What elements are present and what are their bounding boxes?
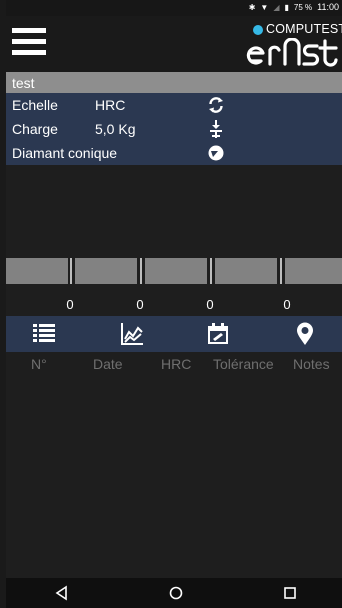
param-label: Echelle — [12, 97, 58, 113]
location-pin-icon[interactable] — [292, 321, 318, 347]
param-label: Charge — [12, 121, 58, 137]
system-nav-bar — [6, 578, 342, 608]
param-row-load[interactable]: Charge 5,0 Kg — [6, 117, 342, 141]
chart-icon[interactable] — [119, 321, 145, 347]
reading-bar — [285, 258, 342, 284]
reading-bar — [215, 258, 277, 284]
menu-icon[interactable] — [12, 28, 46, 56]
wifi-icon: ▼ — [260, 2, 269, 12]
results-column-headers: N° Date HRC Tolérance Notes — [6, 356, 342, 374]
column-tolerance[interactable]: Tolérance — [213, 356, 274, 372]
reading-value: 0 — [66, 297, 74, 312]
sample-title-bar[interactable]: test — [6, 72, 342, 93]
app-screen: ✱ ▼ ◢ ▮ 75 % 11:00 COMPUTEST test Echell… — [6, 0, 342, 608]
status-bar: ✱ ▼ ◢ ▮ 75 % 11:00 — [6, 0, 342, 16]
reading-values: 0 0 0 0 — [6, 297, 342, 313]
column-date[interactable]: Date — [93, 356, 123, 372]
indenter-icon[interactable] — [207, 144, 225, 162]
recents-icon[interactable] — [282, 585, 298, 601]
column-notes[interactable]: Notes — [293, 356, 330, 372]
reading-bars — [6, 258, 342, 284]
reading-value: 0 — [206, 297, 214, 312]
battery-level: 75 % — [293, 2, 313, 12]
home-icon[interactable] — [168, 585, 184, 601]
column-number[interactable]: N° — [31, 356, 47, 372]
calendar-icon[interactable] — [205, 321, 231, 347]
reading-value: 0 — [136, 297, 144, 312]
list-icon[interactable] — [31, 321, 57, 347]
reading-bar — [6, 258, 68, 284]
reading-bar — [145, 258, 207, 284]
battery-icon: ▮ — [284, 2, 289, 12]
param-row-indenter[interactable]: Diamant conique — [6, 141, 342, 165]
param-label: Diamant conique — [12, 145, 118, 161]
clock: 11:00 — [317, 2, 339, 12]
param-row-scale[interactable]: Echelle HRC — [6, 93, 342, 117]
refresh-icon[interactable] — [207, 96, 225, 114]
reading-bar — [75, 258, 137, 284]
load-icon[interactable] — [207, 120, 225, 138]
sample-title: test — [12, 75, 35, 91]
signal-icon: ◢ — [273, 2, 280, 12]
bluetooth-icon: ✱ — [248, 2, 256, 12]
brand-dot — [253, 25, 263, 35]
reading-value: 0 — [283, 297, 291, 312]
app-header: COMPUTEST — [6, 16, 342, 72]
ernst-logo — [246, 38, 338, 67]
brand-name: COMPUTEST — [266, 22, 342, 36]
param-value: HRC — [95, 97, 126, 113]
tab-bar — [6, 316, 342, 352]
param-value: 5,0 Kg — [95, 121, 136, 137]
back-icon[interactable] — [54, 585, 70, 601]
column-hrc[interactable]: HRC — [161, 356, 191, 372]
test-parameters: Echelle HRC Charge 5,0 Kg Diamant coniqu… — [6, 93, 342, 165]
